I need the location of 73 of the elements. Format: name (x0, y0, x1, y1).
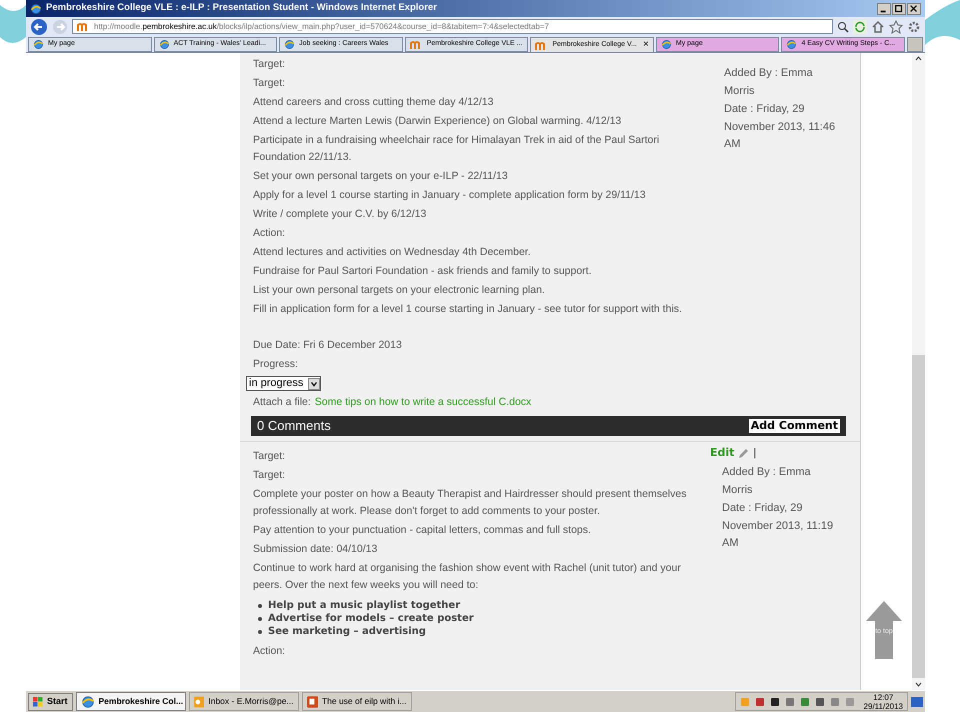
entry-text: Target: (253, 76, 286, 91)
entry-text: Fundraise for Paul Sartori Foundation - ask friends and family to support. (253, 264, 593, 279)
add-comment-button[interactable]: Add Comment (748, 419, 840, 433)
entry-text: Action: (253, 226, 286, 241)
globe-icon (158, 39, 170, 50)
start-button[interactable]: Start (28, 692, 73, 710)
taskbar-button[interactable]: The use of eilp with i... (302, 692, 412, 711)
swoosh-drawing (0, 5, 26, 45)
search-icon[interactable] (837, 20, 849, 32)
entry-text: Participate in a fundraising wheelchair race for Himalayan Trek in aid of the Paul Sartori Foundation 22/11/13. (253, 133, 660, 165)
address-field[interactable]: http://moodle.pembrokeshire.ac.uk/blocks/ilp/actions/view_main.php?user_id=570624&course_id=8&tabitem=7:4&selectedtab=7 (72, 19, 833, 34)
mail-app-icon (194, 694, 204, 708)
globe-icon (80, 694, 95, 708)
clock-date: 29/11/2013 (864, 702, 903, 710)
bullet-icon (258, 630, 262, 634)
minimize-icon[interactable] (877, 2, 891, 14)
entry-text: Write / complete your C.V. by 6/12/13 (253, 207, 428, 222)
comments-count: 0 Comments (257, 417, 331, 436)
entry-text: Target: (253, 449, 286, 464)
bullet-text: Help put a music playlist together (268, 599, 460, 612)
windows-logo-icon (33, 696, 43, 706)
settings-icon[interactable] (907, 20, 921, 34)
star-icon[interactable] (889, 20, 903, 34)
entry-text: Target: (253, 468, 286, 483)
maximize-icon[interactable] (892, 2, 906, 14)
entry-text: Pay attention to your punctuation - capital letters, commas and full stops. (253, 523, 592, 538)
slides-app-icon (306, 694, 318, 708)
entry-text: Set your own personal targets on your e-ILP - 22/11/13 (253, 169, 509, 184)
pencil-icon (738, 448, 750, 458)
home-icon[interactable] (871, 20, 885, 34)
entry-text: Target: (253, 57, 286, 72)
separator-text: | (753, 446, 756, 461)
progress-dropdown[interactable]: in progress (246, 376, 321, 391)
globe-icon (30, 2, 42, 14)
moodle-icon (410, 39, 423, 50)
added-by-text: Added By : Emma Morris (724, 66, 814, 98)
entry-text: Continue to work hard at organising the fashion show event with Rachel (unit tutor) and your peers. Over the next few weeks you will need to: (253, 561, 682, 593)
back-icon[interactable] (30, 18, 48, 36)
bullet-text: Advertise for models – create poster (268, 612, 474, 625)
bullet-icon (258, 616, 262, 620)
entry-text: Submission date: 04/10/13 (253, 542, 378, 557)
entry-text: List your own personal targets on your electronic learning plan. (253, 283, 546, 298)
moodle-icon (77, 21, 90, 32)
entry-text: Attend careers and cross cutting theme day 4/12/13 (253, 95, 494, 110)
window-title: Pembrokeshire College VLE : e-ILP : Presentation Student - Windows Internet Explorer (46, 1, 437, 16)
tray-icon[interactable] (770, 696, 780, 706)
entry-text: Attend a lecture Marten Lewis (Darwin Experience) on Global warming. 4/12/13 (253, 114, 622, 129)
tray-icon[interactable] (814, 696, 825, 706)
globe-icon (660, 39, 672, 50)
clock-time: 12:07 (873, 692, 894, 702)
added-by-text: Added By : Emma Morris (722, 465, 812, 498)
bullet-icon (258, 604, 262, 608)
entry-text: Attend lectures and activities on Wednesday 4th December. (253, 245, 532, 260)
show-desktop-icon[interactable] (911, 696, 923, 706)
taskbar-button[interactable]: Inbox - E.Morris@pe... (188, 692, 299, 711)
entry-text: Complete your poster on how a Beauty Therapist and Hairdresser should present themselves professionally at work. Please don't forget to add comments to your poster. (253, 487, 688, 519)
globe-icon (284, 39, 296, 50)
swoosh-drawing (925, 0, 960, 45)
scrollbar-thumb[interactable] (912, 355, 925, 678)
entry-text: Apply for a level 1 course starting in January - complete application form by 29/11/13 (253, 188, 647, 203)
date-text: Date : Friday, 29 November 2013, 11:19 AM (722, 501, 834, 551)
close-icon[interactable]: × (643, 40, 649, 50)
close-icon[interactable] (907, 2, 921, 14)
date-text: Date : Friday, 29 November 2013, 11:46 AM (724, 102, 836, 152)
taskbar-button[interactable]: Pembrokeshire Col... (76, 692, 186, 711)
entry-text: Fill in application form for a level 1 course starting in January - see tutor for support with this. (253, 302, 683, 317)
entry-text: Due Date: Fri 6 December 2013 (253, 338, 403, 353)
entry-text: Action: (253, 644, 286, 659)
globe-icon (33, 39, 44, 50)
globe-icon (786, 39, 798, 50)
attach-label: Attach a file: (253, 395, 311, 410)
entry-text: Progress: (253, 357, 299, 372)
bullet-text: See marketing – advertising (268, 625, 426, 638)
